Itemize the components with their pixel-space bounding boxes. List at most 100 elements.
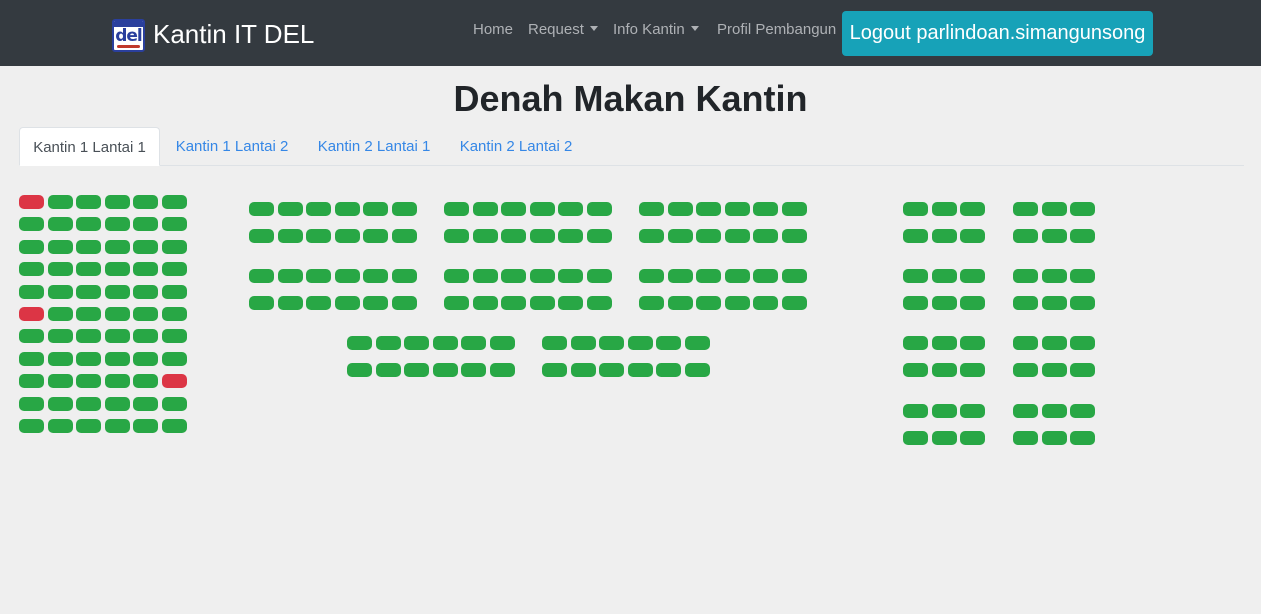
seat-available[interactable] xyxy=(278,296,303,310)
seat-available[interactable] xyxy=(392,296,417,310)
seat-available[interactable] xyxy=(461,336,486,350)
seat-available[interactable] xyxy=(76,195,101,209)
seat-available[interactable] xyxy=(1013,202,1038,216)
seat-available[interactable] xyxy=(473,229,498,243)
seat-available[interactable] xyxy=(696,296,721,310)
seat-available[interactable] xyxy=(433,336,458,350)
seat-available[interactable] xyxy=(335,269,360,283)
seat-available[interactable] xyxy=(1042,229,1067,243)
seat-available[interactable] xyxy=(335,296,360,310)
seat-available[interactable] xyxy=(105,307,130,321)
seat-available[interactable] xyxy=(639,296,664,310)
seat-available[interactable] xyxy=(490,336,515,350)
seat-available[interactable] xyxy=(48,374,73,388)
seat-occupied[interactable] xyxy=(19,195,44,209)
seat-available[interactable] xyxy=(48,240,73,254)
seat-available[interactable] xyxy=(696,229,721,243)
seat-available[interactable] xyxy=(725,229,750,243)
seat-available[interactable] xyxy=(48,397,73,411)
seat-available[interactable] xyxy=(725,202,750,216)
seat-available[interactable] xyxy=(162,262,187,276)
seat-available[interactable] xyxy=(903,269,928,283)
seat-available[interactable] xyxy=(105,262,130,276)
seat-available[interactable] xyxy=(347,363,372,377)
seat-available[interactable] xyxy=(48,262,73,276)
seat-available[interactable] xyxy=(162,397,187,411)
seat-available[interactable] xyxy=(530,296,555,310)
seat-available[interactable] xyxy=(473,296,498,310)
seat-available[interactable] xyxy=(685,363,710,377)
seat-available[interactable] xyxy=(278,229,303,243)
seat-available[interactable] xyxy=(1042,404,1067,418)
seat-available[interactable] xyxy=(501,202,526,216)
seat-occupied[interactable] xyxy=(162,374,187,388)
seat-available[interactable] xyxy=(587,202,612,216)
seat-available[interactable] xyxy=(932,336,957,350)
seat-occupied[interactable] xyxy=(19,307,44,321)
seat-available[interactable] xyxy=(542,336,567,350)
seat-available[interactable] xyxy=(530,202,555,216)
seat-available[interactable] xyxy=(668,269,693,283)
seat-available[interactable] xyxy=(1042,363,1067,377)
seat-available[interactable] xyxy=(1013,336,1038,350)
seat-available[interactable] xyxy=(162,307,187,321)
seat-available[interactable] xyxy=(19,419,44,433)
seat-available[interactable] xyxy=(76,217,101,231)
seat-available[interactable] xyxy=(48,329,73,343)
seat-available[interactable] xyxy=(48,307,73,321)
seat-available[interactable] xyxy=(685,336,710,350)
seat-available[interactable] xyxy=(76,307,101,321)
seat-available[interactable] xyxy=(668,229,693,243)
seat-available[interactable] xyxy=(162,352,187,366)
seat-available[interactable] xyxy=(558,269,583,283)
seat-available[interactable] xyxy=(932,404,957,418)
seat-available[interactable] xyxy=(753,229,778,243)
seat-available[interactable] xyxy=(1013,363,1038,377)
seat-available[interactable] xyxy=(133,329,158,343)
seat-available[interactable] xyxy=(133,397,158,411)
seat-available[interactable] xyxy=(347,336,372,350)
seat-available[interactable] xyxy=(76,397,101,411)
seat-available[interactable] xyxy=(444,202,469,216)
seat-available[interactable] xyxy=(306,269,331,283)
seat-available[interactable] xyxy=(656,363,681,377)
seat-available[interactable] xyxy=(19,329,44,343)
seat-available[interactable] xyxy=(903,296,928,310)
seat-available[interactable] xyxy=(960,229,985,243)
seat-available[interactable] xyxy=(960,336,985,350)
seat-available[interactable] xyxy=(376,336,401,350)
seat-available[interactable] xyxy=(639,269,664,283)
seat-available[interactable] xyxy=(76,419,101,433)
seat-available[interactable] xyxy=(696,269,721,283)
seat-available[interactable] xyxy=(376,363,401,377)
seat-available[interactable] xyxy=(501,269,526,283)
seat-available[interactable] xyxy=(932,431,957,445)
seat-available[interactable] xyxy=(19,262,44,276)
seat-available[interactable] xyxy=(656,336,681,350)
seat-available[interactable] xyxy=(76,329,101,343)
seat-available[interactable] xyxy=(1042,202,1067,216)
seat-available[interactable] xyxy=(558,202,583,216)
seat-available[interactable] xyxy=(249,269,274,283)
seat-available[interactable] xyxy=(782,296,807,310)
seat-available[interactable] xyxy=(162,329,187,343)
seat-available[interactable] xyxy=(960,404,985,418)
seat-available[interactable] xyxy=(105,397,130,411)
seat-available[interactable] xyxy=(599,336,624,350)
seat-available[interactable] xyxy=(404,363,429,377)
seat-available[interactable] xyxy=(542,363,567,377)
seat-available[interactable] xyxy=(1070,269,1095,283)
seat-available[interactable] xyxy=(133,195,158,209)
seat-available[interactable] xyxy=(725,269,750,283)
seat-available[interactable] xyxy=(1070,296,1095,310)
seat-available[interactable] xyxy=(363,296,388,310)
seat-available[interactable] xyxy=(48,195,73,209)
seat-available[interactable] xyxy=(1042,336,1067,350)
seat-available[interactable] xyxy=(903,363,928,377)
seat-available[interactable] xyxy=(473,269,498,283)
seat-available[interactable] xyxy=(19,397,44,411)
seat-available[interactable] xyxy=(162,240,187,254)
seat-available[interactable] xyxy=(1042,431,1067,445)
seat-available[interactable] xyxy=(133,217,158,231)
seat-available[interactable] xyxy=(19,240,44,254)
